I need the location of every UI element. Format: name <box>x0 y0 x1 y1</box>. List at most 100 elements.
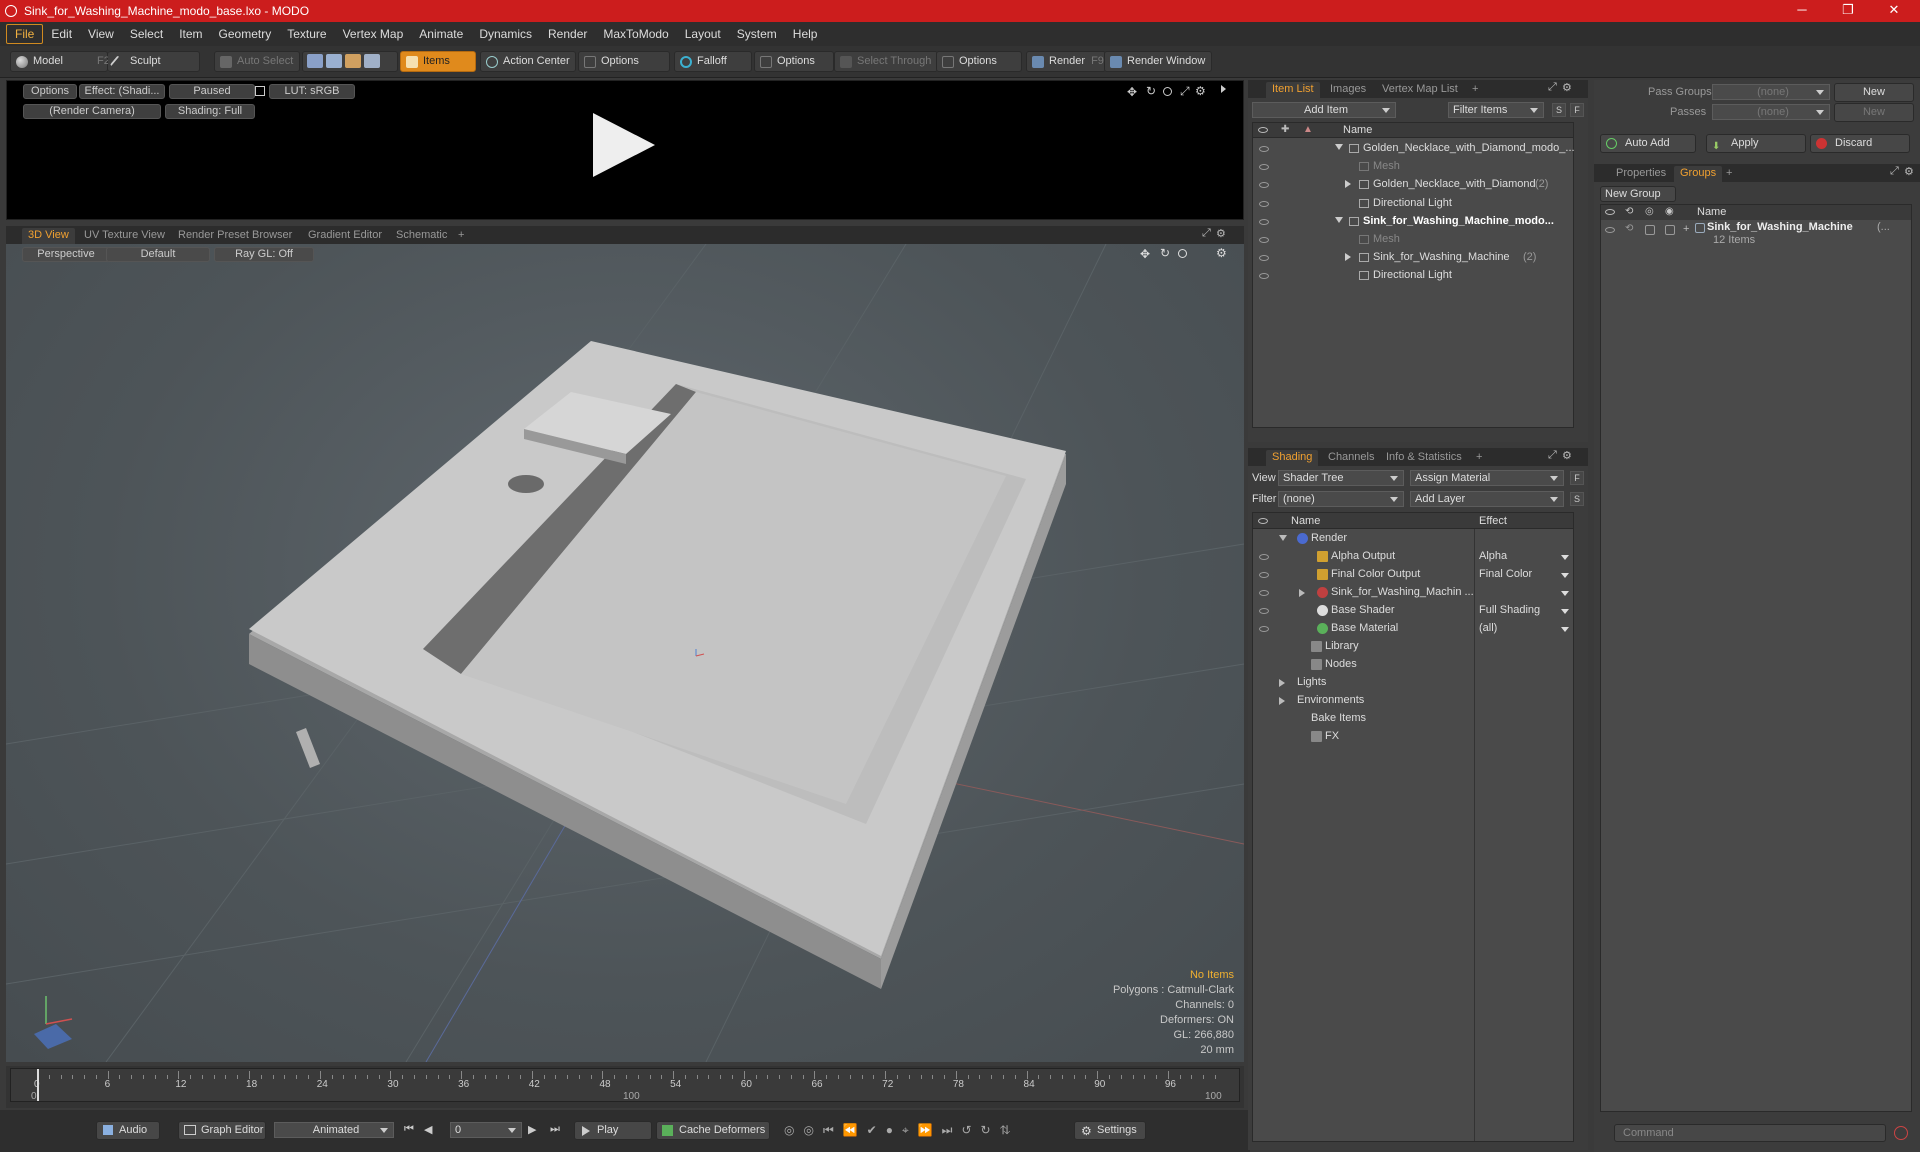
command-input[interactable]: Command <box>1614 1124 1886 1142</box>
gear-icon[interactable]: ⚙ <box>1904 165 1914 178</box>
add-tab-button[interactable]: + <box>1470 450 1488 466</box>
menu-layout[interactable]: Layout <box>677 25 729 43</box>
gear-icon[interactable]: ⚙ <box>1195 84 1206 98</box>
gear-icon[interactable]: ⚙ <box>1216 227 1226 240</box>
zoom-icon[interactable] <box>1163 87 1172 96</box>
filter-items-input[interactable]: Filter Items <box>1448 102 1544 118</box>
pass-groups-dropdown[interactable]: (none) <box>1712 84 1830 100</box>
tab-groups[interactable]: Groups <box>1674 166 1723 182</box>
render-toggle-icon[interactable]: ⟲ <box>1625 223 1633 234</box>
close-button[interactable]: ✕ <box>1872 0 1916 22</box>
skip-start-icon[interactable]: ⏮ <box>404 1123 414 1136</box>
add-tab-button[interactable]: + <box>1466 82 1484 98</box>
visibility-icon[interactable] <box>1259 164 1269 171</box>
tab-info-statistics[interactable]: Info & Statistics <box>1380 450 1468 466</box>
tab-item-list[interactable]: Item List <box>1266 82 1320 98</box>
effect-dropdown[interactable]: Full Shading <box>1479 604 1540 616</box>
new-pass-button[interactable]: New <box>1834 103 1914 122</box>
tab-schematic[interactable]: Schematic <box>390 228 453 244</box>
play-button[interactable]: Play <box>574 1121 652 1140</box>
item-row[interactable]: Mesh <box>1253 158 1573 176</box>
visibility-icon[interactable] <box>1259 218 1269 225</box>
item-list-f-button[interactable]: F <box>1570 103 1584 117</box>
expand-icon[interactable]: + <box>1683 223 1689 235</box>
effect-dropdown-arrow-icon[interactable] <box>1561 609 1569 614</box>
falloff-button[interactable]: Falloff <box>674 51 752 72</box>
effect-dropdown-arrow-icon[interactable] <box>1561 573 1569 578</box>
group-row[interactable]: ⟲ + Sink_for_Washing_Machine (... 12 Ite… <box>1601 221 1911 251</box>
auto-select-button[interactable]: Auto Select <box>214 51 300 72</box>
expand-arrow-icon[interactable] <box>1279 679 1285 687</box>
menu-vertex-map[interactable]: Vertex Map <box>335 25 412 43</box>
item-row[interactable]: Directional Light <box>1253 195 1573 213</box>
audio-button[interactable]: Audio <box>96 1121 160 1140</box>
preview-lut-dropdown[interactable]: LUT: sRGB <box>269 84 355 99</box>
tab-3d-view[interactable]: 3D View <box>22 228 75 244</box>
menu-select[interactable]: Select <box>122 25 171 43</box>
menu-edit[interactable]: Edit <box>43 25 80 43</box>
view-dropdown[interactable]: Shader Tree <box>1278 470 1404 486</box>
playhead[interactable] <box>37 1069 39 1101</box>
item-row[interactable]: Sink_for_Washing_Machine (2) <box>1253 249 1573 267</box>
passes-dropdown[interactable]: (none) <box>1712 104 1830 120</box>
visibility-icon[interactable] <box>1259 626 1269 632</box>
shader-row[interactable]: Library <box>1253 638 1573 656</box>
menu-geometry[interactable]: Geometry <box>211 25 280 43</box>
tab-uv-texture-view[interactable]: UV Texture View <box>78 228 171 244</box>
maximize-icon[interactable]: ⤢ <box>1202 227 1211 240</box>
select-checkbox[interactable] <box>1665 225 1675 235</box>
filter-dropdown[interactable]: (none) <box>1278 491 1404 507</box>
visibility-icon[interactable] <box>1259 273 1269 280</box>
gear-icon[interactable]: ⚙ <box>1562 449 1572 462</box>
shader-row[interactable]: FX <box>1253 728 1573 746</box>
new-group-button[interactable]: New Group <box>1600 186 1676 202</box>
frame-input[interactable]: 0 <box>450 1122 522 1138</box>
skip-end-icon[interactable]: ⏭ <box>550 1123 560 1136</box>
cache-deformers-button[interactable]: Cache Deformers <box>656 1121 770 1140</box>
gear-icon[interactable]: ⚙ <box>1562 81 1572 94</box>
step-back-icon[interactable]: ◀ <box>424 1123 432 1136</box>
item-row[interactable]: Golden_Necklace_with_Diamond_modo_... <box>1253 140 1575 158</box>
menu-file[interactable]: File <box>6 24 44 44</box>
visibility-icon[interactable] <box>1259 590 1269 596</box>
move-icon[interactable]: ✥ <box>1127 85 1137 99</box>
3d-viewport[interactable]: Perspective Default Ray GL: Off ✥ ↻ ⚙ No… <box>6 244 1244 1062</box>
maximize-icon[interactable]: ⤢ <box>1548 81 1557 94</box>
action-center-button[interactable]: Action Center <box>480 51 576 72</box>
shader-row[interactable]: Base Shader Full Shading <box>1253 602 1573 620</box>
tab-images[interactable]: Images <box>1324 82 1372 98</box>
model-mode-button[interactable]: Model F2 <box>10 51 110 72</box>
render-window-button[interactable]: Render Window <box>1104 51 1212 72</box>
vertices-mode-icon[interactable] <box>307 54 323 68</box>
tab-shading[interactable]: Shading <box>1266 450 1319 466</box>
visibility-icon[interactable] <box>1259 237 1269 243</box>
visibility-icon[interactable] <box>1259 255 1269 262</box>
shader-row[interactable]: Bake Items <box>1253 710 1573 728</box>
shader-row[interactable]: Base Material (all) <box>1253 620 1573 638</box>
menu-item[interactable]: Item <box>171 25 210 43</box>
add-layer-dropdown[interactable]: Add Layer <box>1410 491 1564 507</box>
sculpt-mode-button[interactable]: Sculpt <box>108 51 200 72</box>
tab-channels[interactable]: Channels <box>1322 450 1380 466</box>
visibility-icon[interactable] <box>1605 227 1615 233</box>
materials-mode-icon[interactable] <box>364 54 380 68</box>
items-mode-button[interactable]: Items <box>400 51 476 72</box>
menu-maxtomodo[interactable]: MaxToModo <box>595 25 676 43</box>
collapse-arrow-icon[interactable] <box>1279 535 1287 541</box>
preview-shading-dropdown[interactable]: Shading: Full <box>165 104 255 119</box>
edges-mode-icon[interactable] <box>326 54 342 68</box>
add-item-dropdown[interactable]: Add Item <box>1252 102 1396 118</box>
preview-camera-dropdown[interactable]: (Render Camera) <box>23 104 161 119</box>
arrow-right-icon[interactable] <box>1221 85 1226 93</box>
tab-gradient-editor[interactable]: Gradient Editor <box>302 228 388 244</box>
menu-animate[interactable]: Animate <box>411 25 471 43</box>
step-forward-icon[interactable]: ▶ <box>528 1123 536 1136</box>
maximize-icon[interactable]: ⤢ <box>1548 449 1557 462</box>
rotate-icon[interactable]: ↻ <box>1146 84 1156 98</box>
add-tab-button[interactable]: + <box>1720 166 1738 182</box>
add-tab-button[interactable]: + <box>452 228 470 244</box>
menu-render[interactable]: Render <box>540 25 595 43</box>
expand-arrow-icon[interactable] <box>1299 589 1305 597</box>
timeline[interactable]: 061218243036424854606672788490960100100 <box>6 1066 1244 1108</box>
item-row[interactable]: Golden_Necklace_with_Diamond (2) <box>1253 176 1573 194</box>
